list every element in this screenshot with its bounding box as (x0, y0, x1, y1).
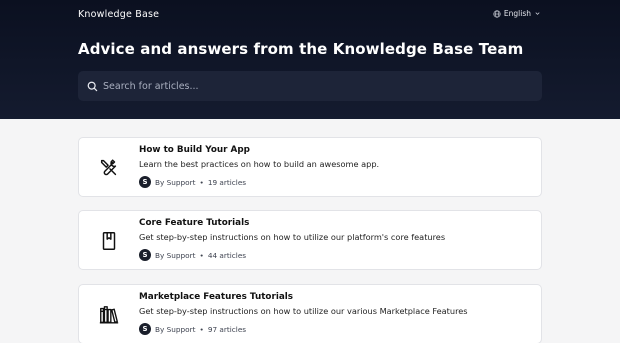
author-label: By Support (155, 324, 196, 334)
collection-card[interactable]: Marketplace Features Tutorials Get step-… (78, 284, 542, 343)
search-box[interactable] (78, 71, 542, 101)
separator-dot: • (199, 250, 204, 260)
collection-meta: S By Support • 19 articles (139, 176, 246, 188)
collection-meta: S By Support • 44 articles (139, 249, 246, 261)
author-label: By Support (155, 177, 196, 187)
search-icon (87, 77, 98, 96)
chevron-down-icon (534, 10, 541, 17)
language-label: English (503, 9, 531, 18)
collection-description: Learn the best practices on how to build… (139, 159, 380, 169)
page-title: Advice and answers from the Knowledge Ba… (78, 40, 524, 58)
globe-icon (493, 9, 501, 18)
collection-description: Get step-by-step instructions on how to … (139, 306, 468, 316)
collection-title: How to Build Your App (139, 145, 250, 155)
books-icon (98, 304, 120, 326)
brand-link[interactable]: Knowledge Base (78, 9, 159, 20)
article-count: 44 articles (207, 250, 247, 260)
separator-dot: • (199, 177, 204, 187)
article-count: 97 articles (207, 324, 247, 334)
bookmark-icon (98, 230, 120, 252)
author-label: By Support (155, 250, 196, 260)
hero-header: Knowledge Base English Advice and answer… (0, 0, 620, 119)
collection-title: Core Feature Tutorials (139, 218, 250, 228)
avatar: S (139, 176, 151, 188)
collection-card[interactable]: How to Build Your App Learn the best pra… (78, 137, 542, 197)
collection-card[interactable]: Core Feature Tutorials Get step-by-step … (78, 210, 542, 270)
collection-description: Get step-by-step instructions on how to … (139, 232, 446, 242)
avatar: S (139, 249, 151, 261)
avatar: S (139, 323, 151, 335)
collection-title: Marketplace Features Tutorials (139, 292, 294, 302)
separator-dot: • (199, 324, 204, 334)
article-count: 19 articles (207, 177, 247, 187)
language-selector[interactable]: English (493, 9, 541, 18)
search-input[interactable] (103, 80, 523, 92)
tools-icon (98, 157, 120, 179)
collection-meta: S By Support • 97 articles (139, 323, 246, 335)
